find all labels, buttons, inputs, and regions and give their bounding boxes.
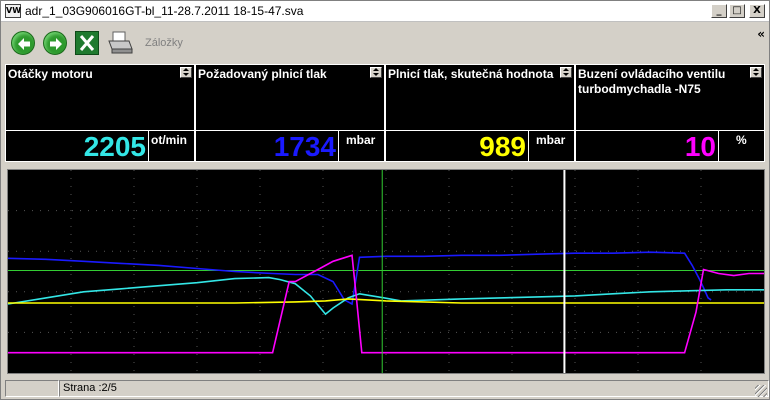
panel-divider bbox=[338, 130, 339, 161]
panel-value: 2205 bbox=[83, 131, 146, 162]
panel-engine-rpm[interactable]: Otáčky motoru 2205 ot/min bbox=[5, 64, 195, 162]
green-arrow-right-icon bbox=[50, 38, 62, 50]
panel-title: Plnicí tlak, skutečná hodnota bbox=[388, 67, 554, 81]
series-line bbox=[7, 276, 764, 316]
series-line bbox=[7, 251, 712, 306]
panel-title: Požadovaný plnicí tlak bbox=[198, 67, 327, 81]
panel-n75-valve[interactable]: Buzení ovládacího ventilu turbodmychadla… bbox=[575, 64, 765, 162]
panel-unit: % bbox=[736, 133, 747, 147]
panel-value: 989 bbox=[479, 131, 526, 162]
printer-icon bbox=[108, 31, 133, 54]
panel-value: 1734 bbox=[273, 131, 336, 162]
collapse-toolbar-button[interactable]: « bbox=[757, 27, 765, 41]
title-bar[interactable]: VW adr_1_03G906016GT-bl_11-28.7.2011 18-… bbox=[1, 1, 769, 22]
back-button[interactable] bbox=[11, 31, 35, 55]
panel-title: Otáčky motoru bbox=[8, 67, 93, 81]
panel-boost-setpoint[interactable]: Požadovaný plnicí tlak 1734 mbar bbox=[195, 64, 385, 162]
panel-divider bbox=[576, 130, 764, 131]
forward-button[interactable] bbox=[43, 31, 67, 55]
panel-boost-actual[interactable]: Plnicí tlak, skutečná hodnota 989 mbar bbox=[385, 64, 575, 162]
resize-grip-icon[interactable] bbox=[755, 385, 767, 397]
panel-dropdown-icon[interactable] bbox=[370, 67, 382, 78]
series-line bbox=[8, 298, 764, 304]
excel-icon bbox=[77, 33, 97, 53]
print-button[interactable] bbox=[107, 31, 133, 55]
panel-dropdown-icon[interactable] bbox=[180, 67, 192, 78]
panel-dropdown-icon[interactable] bbox=[560, 67, 572, 78]
panel-unit: mbar bbox=[346, 133, 376, 147]
panel-divider bbox=[148, 130, 149, 161]
maximize-button[interactable]: □ bbox=[729, 4, 745, 18]
status-page: Strana :2/5 bbox=[59, 380, 769, 397]
app-icon: VW bbox=[5, 4, 21, 18]
window-title: adr_1_03G906016GT-bl_11-28.7.2011 18-15-… bbox=[25, 4, 304, 18]
panel-dropdown-icon[interactable] bbox=[750, 67, 762, 78]
graph-area[interactable] bbox=[7, 169, 765, 374]
close-button[interactable]: X bbox=[749, 4, 765, 18]
status-bar: Strana :2/5 bbox=[1, 378, 769, 399]
panel-unit: ot/min bbox=[151, 133, 187, 147]
line-chart[interactable] bbox=[7, 170, 764, 373]
toolbar: Záložky « bbox=[1, 23, 769, 63]
bookmarks-button[interactable]: Záložky bbox=[145, 37, 183, 49]
status-cell-empty bbox=[5, 380, 59, 397]
excel-export-button[interactable] bbox=[75, 31, 99, 55]
panel-value: 10 bbox=[684, 131, 716, 162]
panel-divider bbox=[718, 130, 719, 161]
panel-title: Buzení ovládacího ventilu turbodmychadla… bbox=[578, 67, 726, 96]
app-window: VW adr_1_03G906016GT-bl_11-28.7.2011 18-… bbox=[0, 0, 770, 400]
minimize-button[interactable]: _ bbox=[711, 4, 727, 18]
green-arrow-left-icon bbox=[18, 38, 30, 50]
panel-unit: mbar bbox=[536, 133, 566, 147]
panel-divider bbox=[528, 130, 529, 161]
